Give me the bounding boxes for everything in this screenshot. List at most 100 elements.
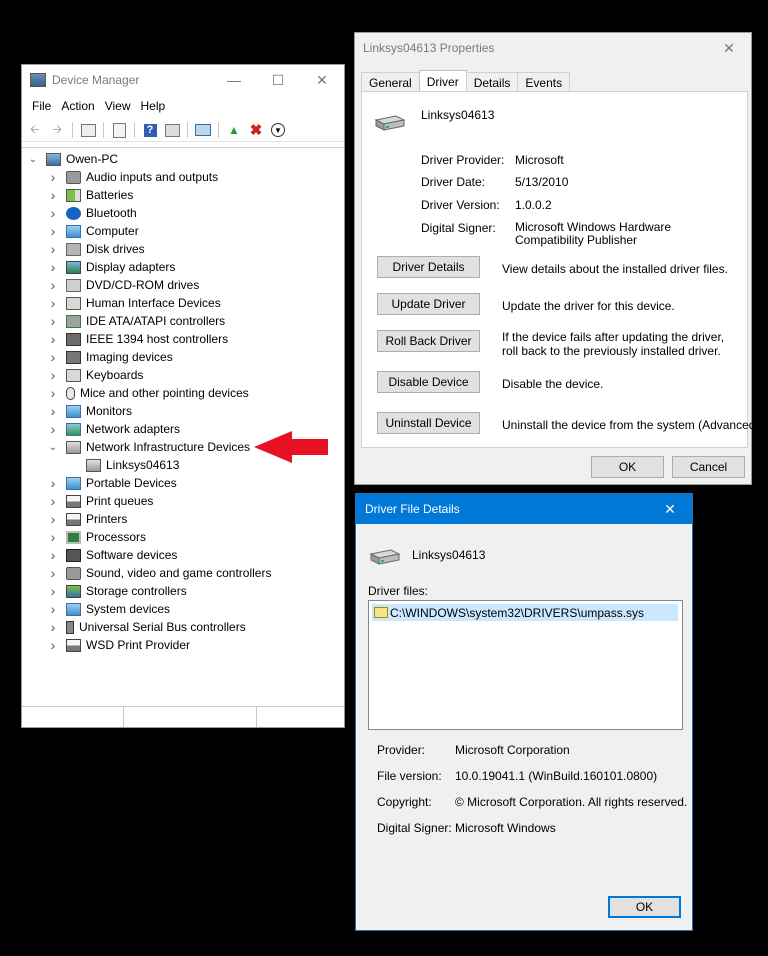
tree-item[interactable]: ⌄ Network Infrastructure Devices xyxy=(48,438,250,456)
chevron-right-icon[interactable]: › xyxy=(48,241,58,257)
driver-details-button[interactable]: Driver Details xyxy=(377,256,480,278)
disable-device-button[interactable]: Disable Device xyxy=(377,371,480,393)
chevron-down-icon[interactable]: ⌄ xyxy=(48,442,58,453)
chevron-right-icon[interactable]: › xyxy=(48,367,58,383)
chevron-right-icon[interactable]: › xyxy=(48,619,58,635)
close-button[interactable]: ✕ xyxy=(648,494,692,524)
close-button[interactable]: ✕ xyxy=(300,65,344,95)
update-driver-icon[interactable]: ▲ xyxy=(225,121,243,139)
ok-button[interactable]: OK xyxy=(591,456,664,478)
tree-item[interactable]: › Portable Devices xyxy=(48,474,177,492)
chevron-right-icon[interactable]: › xyxy=(48,259,58,275)
properties-titlebar[interactable]: Linksys04613 Properties ✕ xyxy=(355,33,751,63)
chevron-right-icon[interactable]: › xyxy=(48,637,58,653)
show-hidden-icon[interactable] xyxy=(110,121,128,139)
chevron-right-icon[interactable]: › xyxy=(48,601,58,617)
tree-item[interactable]: › Batteries xyxy=(48,186,134,204)
menu-action[interactable]: Action xyxy=(61,99,94,113)
chevron-right-icon[interactable]: › xyxy=(48,583,58,599)
disable-device-icon[interactable]: ▼ xyxy=(269,121,287,139)
tree-item-label: Audio inputs and outputs xyxy=(86,170,219,184)
cancel-button[interactable]: Cancel xyxy=(672,456,745,478)
tree-item[interactable]: › Network adapters xyxy=(48,420,180,438)
tree-item-label: DVD/CD-ROM drives xyxy=(86,278,200,292)
tab-events[interactable]: Events xyxy=(517,72,571,93)
chevron-down-icon[interactable]: ⌄ xyxy=(28,154,38,165)
chevron-right-icon[interactable]: › xyxy=(48,475,58,491)
tree-item[interactable]: › Computer xyxy=(48,222,139,240)
chevron-right-icon[interactable]: › xyxy=(48,565,58,581)
tree-item[interactable]: Linksys04613 xyxy=(68,456,179,474)
driver-file-details-titlebar[interactable]: Driver File Details ✕ xyxy=(356,494,692,524)
tree-item[interactable]: › Print queues xyxy=(48,492,154,510)
update-driver-button[interactable]: Update Driver xyxy=(377,293,480,315)
tab-details[interactable]: Details xyxy=(465,72,519,93)
tree-item[interactable]: › Sound, video and game controllers xyxy=(48,564,272,582)
tree-item[interactable]: › Imaging devices xyxy=(48,348,173,366)
digital-signer-label: Digital Signer: xyxy=(377,821,452,835)
chevron-right-icon[interactable]: › xyxy=(48,403,58,419)
chevron-right-icon[interactable]: › xyxy=(48,223,58,239)
driver-files-list[interactable]: C:\WINDOWS\system32\DRIVERS\umpass.sys xyxy=(368,600,683,730)
uninstall-icon[interactable]: ✖ xyxy=(247,121,265,139)
chevron-right-icon[interactable]: › xyxy=(48,421,58,437)
tree-item[interactable]: › WSD Print Provider xyxy=(48,636,190,654)
tree-item[interactable]: › Display adapters xyxy=(48,258,176,276)
tree-item[interactable]: › DVD/CD-ROM drives xyxy=(48,276,200,294)
chevron-right-icon[interactable]: › xyxy=(48,205,58,221)
tab-general[interactable]: General xyxy=(361,72,420,93)
tree-item[interactable]: › Printers xyxy=(48,510,128,528)
device-manager-titlebar[interactable]: Device Manager — ☐ ✕ xyxy=(22,65,344,95)
tree-item-label: Network adapters xyxy=(86,422,181,436)
menu-view[interactable]: View xyxy=(105,99,131,113)
bluetooth-icon xyxy=(66,206,81,220)
close-button[interactable]: ✕ xyxy=(707,33,751,63)
driver-version-label: Driver Version: xyxy=(421,198,500,212)
tab-driver[interactable]: Driver xyxy=(418,70,467,93)
menu-help[interactable]: Help xyxy=(141,99,166,113)
tree-item[interactable]: › Software devices xyxy=(48,546,178,564)
forward-arrow-icon[interactable]: 🡢 xyxy=(48,121,66,139)
tree-item[interactable]: › Storage controllers xyxy=(48,582,187,600)
back-arrow-icon[interactable]: 🡠 xyxy=(26,121,44,139)
tree-item[interactable]: › Bluetooth xyxy=(48,204,137,222)
menu-file[interactable]: File xyxy=(32,99,51,113)
tree-item[interactable]: ⌄ Owen-PC xyxy=(28,150,118,168)
minimize-button[interactable]: — xyxy=(212,65,256,95)
tree-item[interactable]: › System devices xyxy=(48,600,170,618)
roll-back-driver-button[interactable]: Roll Back Driver xyxy=(377,330,480,352)
chevron-right-icon[interactable]: › xyxy=(48,385,58,401)
chevron-right-icon[interactable]: › xyxy=(48,547,58,563)
scan-hardware-icon[interactable] xyxy=(194,121,212,139)
tree-item[interactable]: › Human Interface Devices xyxy=(48,294,221,312)
maximize-button[interactable]: ☐ xyxy=(256,65,300,95)
properties-icon[interactable] xyxy=(79,121,97,139)
chevron-right-icon[interactable]: › xyxy=(48,529,58,545)
chevron-right-icon[interactable]: › xyxy=(48,169,58,185)
chevron-right-icon[interactable]: › xyxy=(48,349,58,365)
tree-item[interactable]: › IEEE 1394 host controllers xyxy=(48,330,228,348)
tree-item[interactable]: › Mice and other pointing devices xyxy=(48,384,249,402)
chevron-right-icon[interactable]: › xyxy=(48,295,58,311)
chevron-right-icon[interactable]: › xyxy=(48,331,58,347)
tree-item[interactable]: › Disk drives xyxy=(48,240,145,258)
uninstall-device-button[interactable]: Uninstall Device xyxy=(377,412,480,434)
tree-item[interactable]: › IDE ATA/ATAPI controllers xyxy=(48,312,226,330)
tree-item[interactable]: › Keyboards xyxy=(48,366,144,384)
tree-item[interactable]: › Audio inputs and outputs xyxy=(48,168,218,186)
chevron-right-icon[interactable]: › xyxy=(48,511,58,527)
chevron-right-icon[interactable]: › xyxy=(48,187,58,203)
chevron-right-icon[interactable]: › xyxy=(48,493,58,509)
view-icon[interactable] xyxy=(163,121,181,139)
chevron-right-icon[interactable]: › xyxy=(48,313,58,329)
list-item[interactable]: C:\WINDOWS\system32\DRIVERS\umpass.sys xyxy=(372,604,678,621)
chevron-right-icon[interactable]: › xyxy=(48,277,58,293)
chip-icon xyxy=(66,530,81,544)
device-manager-app-icon xyxy=(30,73,46,87)
device-manager-window: Device Manager — ☐ ✕ File Action View He… xyxy=(21,64,345,728)
tree-item[interactable]: › Monitors xyxy=(48,402,132,420)
ok-button[interactable]: OK xyxy=(608,896,681,918)
help-icon[interactable]: ? xyxy=(141,121,159,139)
tree-item[interactable]: › Universal Serial Bus controllers xyxy=(48,618,246,636)
tree-item[interactable]: › Processors xyxy=(48,528,146,546)
